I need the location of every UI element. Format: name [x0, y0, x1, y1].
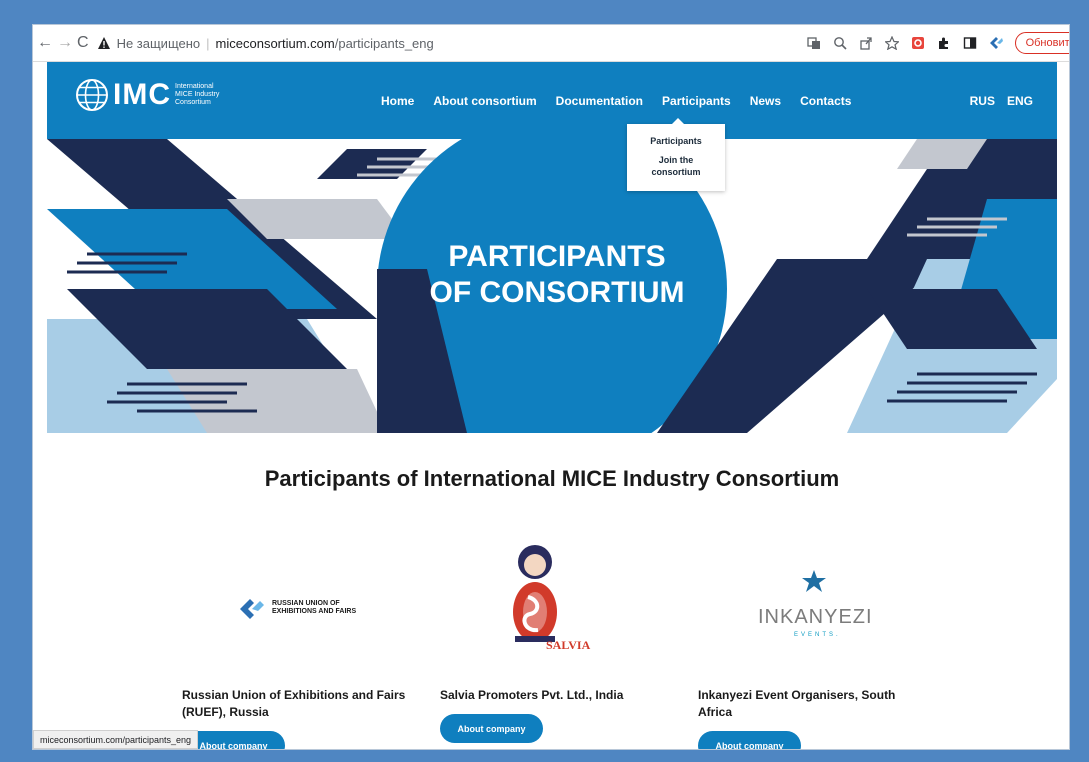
participant-name: Russian Union of Exhibitions and Fairs (…: [182, 688, 406, 719]
logo-subtitle-line: MICE Industry: [175, 91, 220, 98]
sidepanel-icon[interactable]: [959, 32, 981, 54]
globe-icon: [76, 79, 108, 111]
extension-red-icon[interactable]: [907, 32, 929, 54]
nav-participants[interactable]: Participants: [662, 94, 731, 108]
lang-eng[interactable]: ENG: [1007, 94, 1033, 108]
nav-documentation[interactable]: Documentation: [556, 94, 643, 108]
language-switcher: RUS ENG: [958, 94, 1033, 108]
inkanyezi-logo-subtext: EVENTS.: [794, 632, 841, 638]
logo-mark: IMC: [113, 78, 171, 111]
participant-card: RUSSIAN UNION OF EXHIBITIONS AND FAIRS R…: [182, 540, 412, 749]
browser-window: ← → C Не защищено | miceconsortium.com /…: [32, 24, 1070, 750]
share-icon[interactable]: [855, 32, 877, 54]
participant-card: INKANYEZI EVENTS. Inkanyezi Event Organi…: [698, 540, 928, 749]
ruef-logo-line: RUSSIAN UNION OF: [272, 600, 340, 607]
nav-news[interactable]: News: [750, 94, 781, 108]
hero-title: PARTICIPANTS OF CONSORTIUM: [407, 239, 707, 311]
toolbar-icons: Обновить ⋮: [803, 32, 1069, 54]
star-logo-icon: [802, 570, 826, 592]
ruef-logo-icon: [240, 599, 264, 619]
inkanyezi-logo: INKANYEZI EVENTS.: [698, 540, 928, 655]
update-button[interactable]: Обновить: [1014, 32, 1069, 54]
about-company-button[interactable]: About company: [440, 714, 543, 743]
hero-title-line: PARTICIPANTS: [448, 240, 666, 273]
hero-title-line: OF CONSORTIUM: [429, 276, 685, 309]
status-bar-url: miceconsortium.com/participants_eng: [33, 730, 199, 749]
forward-button[interactable]: →: [57, 32, 73, 54]
inkanyezi-logo-text: INKANYEZI: [758, 606, 873, 628]
translate-icon[interactable]: [803, 32, 825, 54]
participants-dropdown: Participants Join the consortium: [627, 118, 725, 191]
browser-toolbar: ← → C Не защищено | miceconsortium.com /…: [33, 25, 1069, 62]
nav-contacts[interactable]: Contacts: [800, 94, 851, 108]
site-logo[interactable]: IMC International MICE Industry Consorti…: [75, 78, 225, 112]
participant-name: Inkanyezi Event Organisers, South Africa: [698, 688, 896, 719]
reload-button[interactable]: C: [77, 32, 89, 54]
profile-extension-icon[interactable]: [985, 32, 1007, 54]
zoom-icon[interactable]: [829, 32, 851, 54]
logo-subtitle-line: Consortium: [175, 99, 211, 106]
dropdown-caret: [672, 118, 684, 124]
logo-subtitle-line: International: [175, 83, 214, 90]
about-company-button[interactable]: About company: [698, 731, 801, 749]
nav-about-consortium[interactable]: About consortium: [433, 94, 536, 108]
puzzle-extensions-icon[interactable]: [933, 32, 955, 54]
participant-name: Salvia Promoters Pvt. Ltd., India: [440, 688, 624, 702]
salvia-logo-text: SALVIA: [546, 638, 591, 652]
participant-card: SALVIA Salvia Promoters Pvt. Ltd., India…: [440, 540, 670, 743]
nav-home[interactable]: Home: [381, 94, 414, 108]
dropdown-item-join[interactable]: Join the consortium: [627, 154, 725, 178]
insecure-label: Не защищено: [116, 35, 201, 51]
logo-subtitle: International MICE Industry Consortium: [175, 83, 225, 107]
address-separator: |: [206, 35, 210, 51]
url-path: /participants_eng: [334, 35, 434, 51]
warning-icon: [97, 37, 110, 49]
page-title: Participants of International MICE Indus…: [264, 466, 840, 491]
url-host: miceconsortium.com: [215, 35, 335, 51]
lang-rus[interactable]: RUS: [970, 94, 995, 108]
ruef-logo: RUSSIAN UNION OF EXHIBITIONS AND FAIRS: [182, 540, 412, 655]
salvia-logo: SALVIA: [440, 540, 670, 655]
ruef-logo-line: EXHIBITIONS AND FAIRS: [272, 608, 357, 615]
dropdown-item-participants[interactable]: Participants: [627, 136, 725, 146]
main-navigation: Home About consortium Documentation Part…: [381, 94, 870, 108]
matryoshka-icon: [513, 545, 557, 642]
star-bookmark-icon[interactable]: [881, 32, 903, 54]
ruef-logo-text: RUSSIAN UNION OF EXHIBITIONS AND FAIRS: [272, 600, 356, 616]
site-header: IMC International MICE Industry Consorti…: [47, 62, 1057, 139]
hero-banner: PARTICIPANTS OF CONSORTIUM: [47, 139, 1057, 433]
address-bar[interactable]: Не защищено | miceconsortium.com /partic…: [97, 30, 787, 56]
back-button[interactable]: ←: [37, 32, 53, 54]
